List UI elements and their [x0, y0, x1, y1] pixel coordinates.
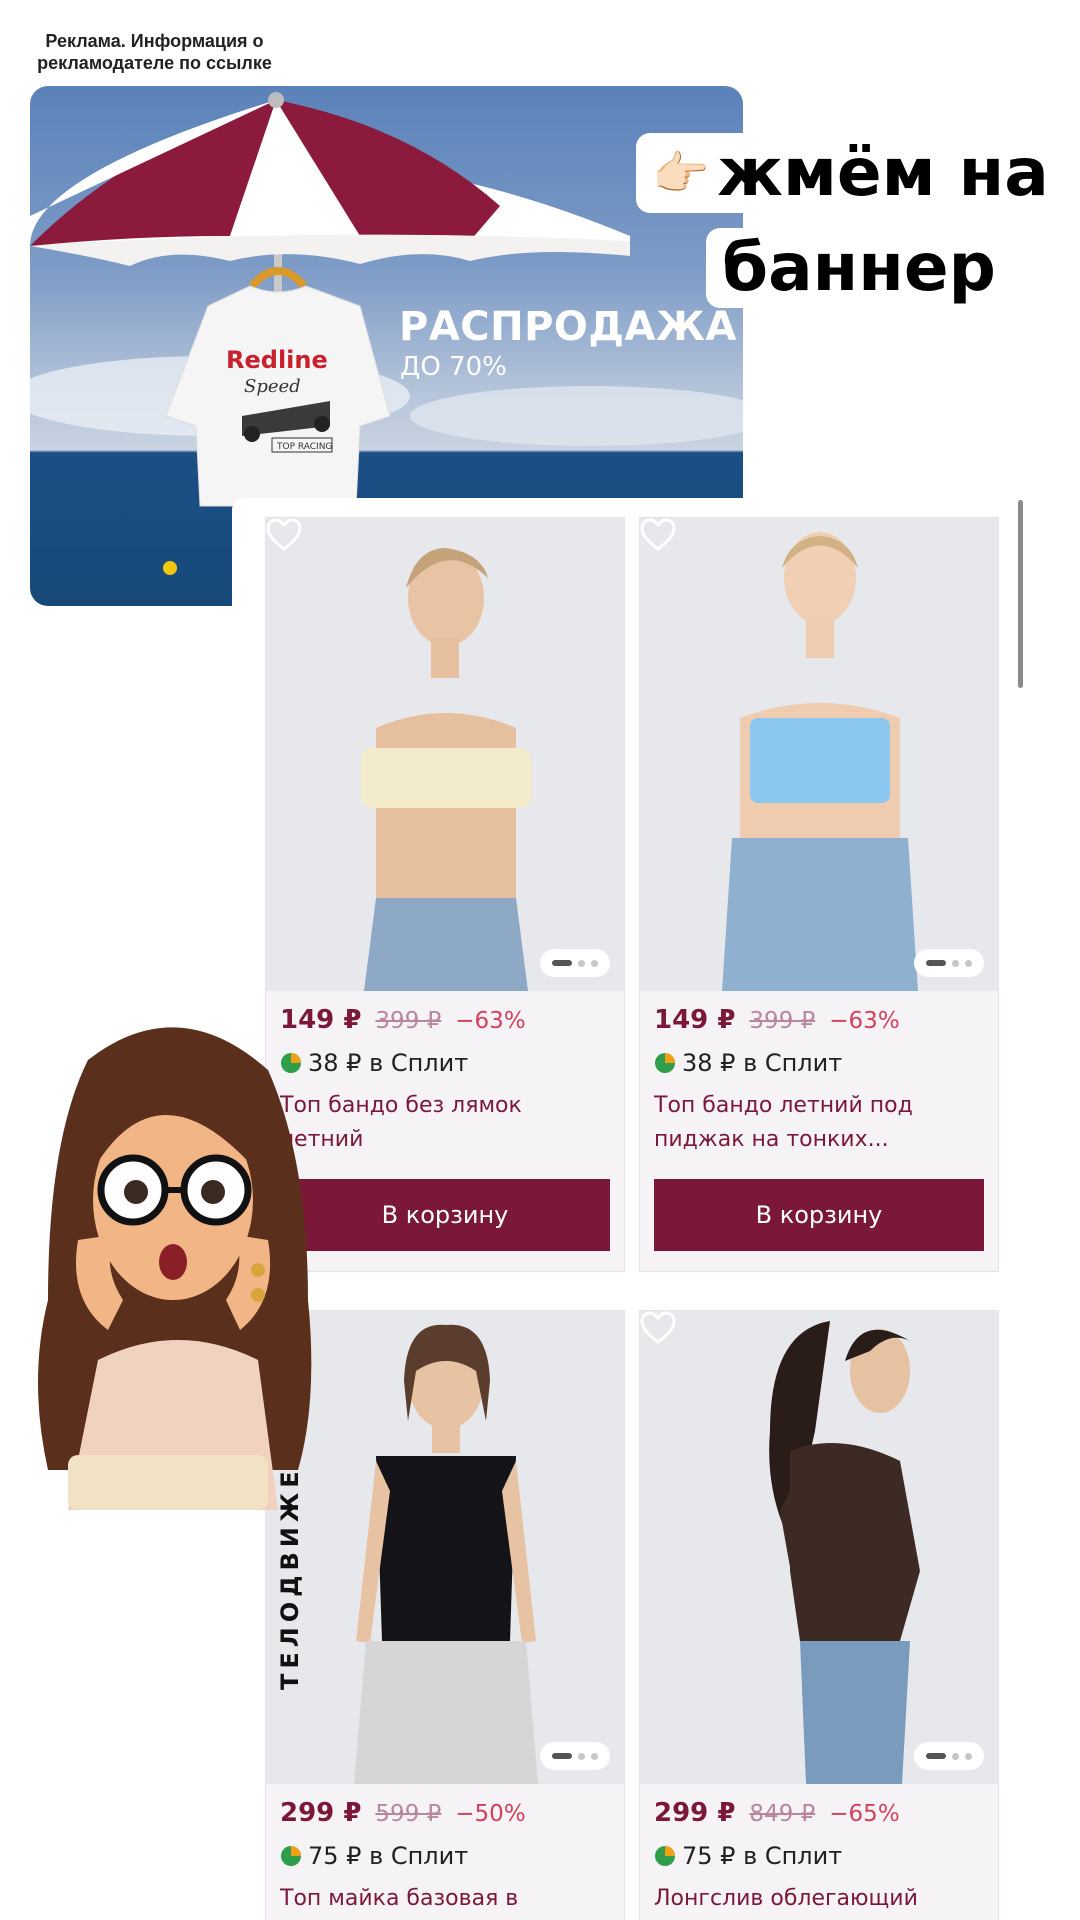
product-card[interactable]: 149 ₽ 399 ₽ −63% 38 ₽ в Сплит Топ бандо …: [639, 517, 999, 1272]
old-price: 849 ₽: [749, 1801, 816, 1827]
favorite-heart-icon[interactable]: [266, 518, 302, 552]
old-price: 399 ₽: [749, 1008, 816, 1034]
split-icon: [655, 1846, 675, 1866]
pointing-hand-icon: 👉🏻: [652, 146, 710, 200]
banner-headline: РАСПРОДАЖА: [399, 304, 737, 350]
garment: [750, 718, 890, 803]
discount: −65%: [829, 1801, 900, 1827]
image-pagination: [540, 949, 610, 977]
caption-line-2: баннер: [706, 228, 1012, 308]
caption-line-1: 👉🏻 жмём на: [636, 133, 1065, 213]
split-payment: 38 ₽ в Сплит: [654, 1049, 984, 1077]
ad-disclosure[interactable]: Реклама. Информация о рекламодателе по с…: [22, 30, 287, 74]
svg-text:Speed: Speed: [244, 376, 301, 397]
svg-text:TOP RACING: TOP RACING: [276, 442, 332, 452]
model-image: [769, 1321, 920, 1784]
discount: −63%: [829, 1008, 900, 1034]
product-card[interactable]: 299 ₽ 849 ₽ −65% 75 ₽ в Сплит Лонгслив о…: [639, 1310, 999, 1920]
add-to-cart-button[interactable]: В корзину: [654, 1179, 984, 1251]
surprised-girl-sticker: [38, 1027, 312, 1510]
favorite-heart-icon[interactable]: [640, 518, 676, 552]
garment: [376, 1456, 516, 1641]
product-title[interactable]: Лонгслив облегающий: [654, 1882, 984, 1920]
split-icon: [655, 1053, 675, 1073]
product-title[interactable]: Топ бандо летний под пиджак на тонких...: [654, 1089, 984, 1157]
garment: [361, 748, 531, 808]
old-price: 399 ₽: [375, 1008, 442, 1034]
product-photo[interactable]: [266, 518, 624, 991]
scrollbar[interactable]: [1018, 500, 1023, 688]
discount: −63%: [455, 1008, 526, 1034]
banner-discount: ДО 70%: [400, 352, 507, 382]
split-payment: 75 ₽ в Сплит: [654, 1842, 984, 1870]
image-pagination: [914, 949, 984, 977]
image-pagination: [914, 1742, 984, 1770]
split-icon: [281, 1846, 301, 1866]
old-price: 599 ₽: [375, 1801, 442, 1827]
image-pagination: [540, 1742, 610, 1770]
product-photo[interactable]: [640, 518, 998, 991]
favorite-heart-icon[interactable]: [640, 1311, 676, 1345]
price: 299 ₽: [280, 1798, 362, 1828]
discount: −50%: [455, 1801, 526, 1827]
model-image: [361, 548, 531, 991]
model-image: [722, 532, 918, 991]
split-payment: 75 ₽ в Сплит: [280, 1842, 610, 1870]
price: 299 ₽: [654, 1798, 736, 1828]
price: 149 ₽: [654, 1005, 736, 1035]
svg-text:Redline: Redline: [226, 346, 328, 374]
product-photo[interactable]: [640, 1311, 998, 1784]
product-title[interactable]: Топ майка базовая в: [280, 1882, 610, 1920]
